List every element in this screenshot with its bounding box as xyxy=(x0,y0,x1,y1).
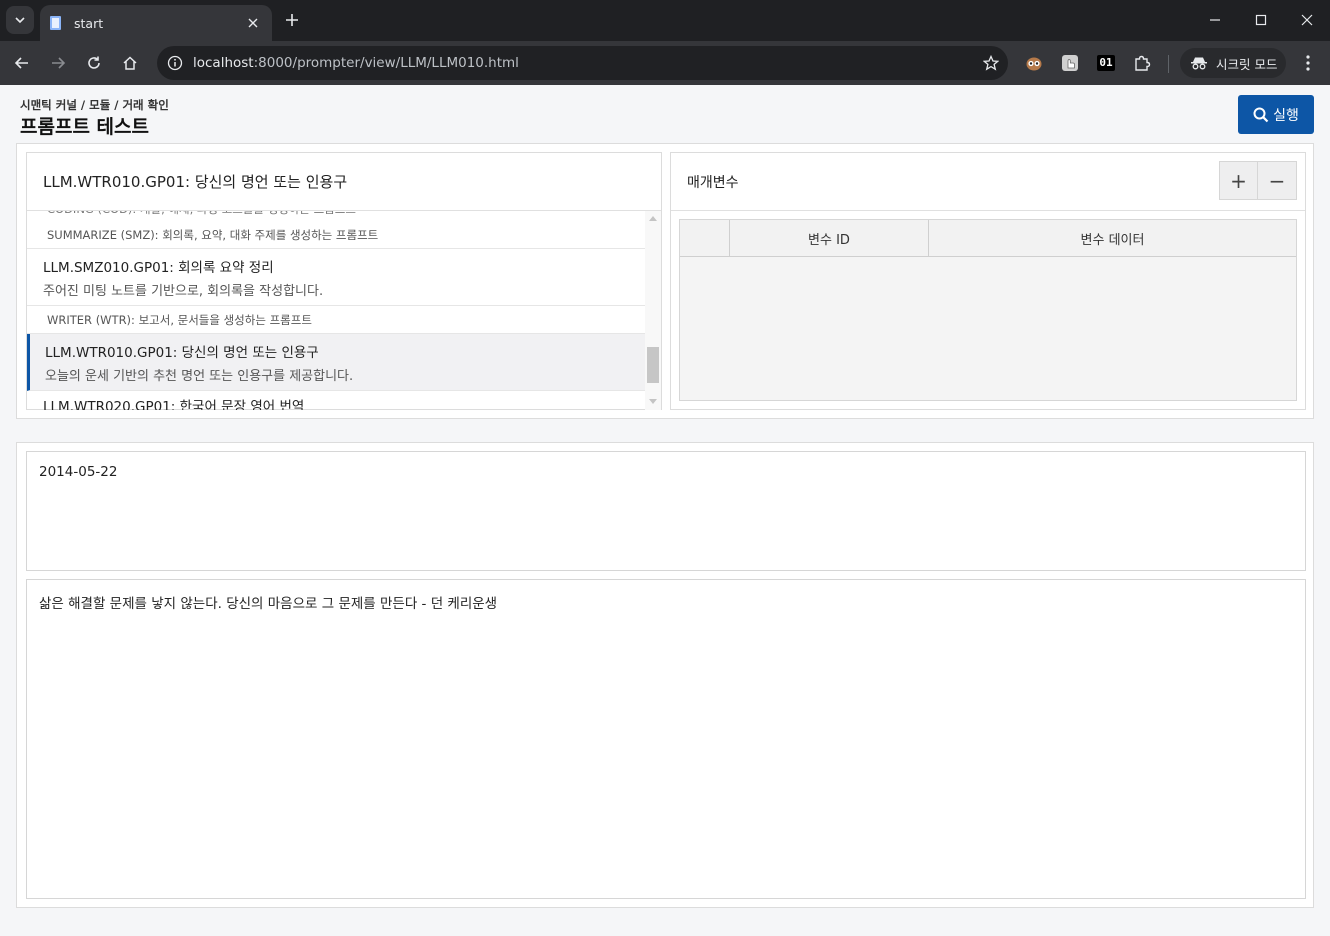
input-textarea[interactable]: 2014-05-22 xyxy=(26,451,1306,571)
close-window-icon[interactable] xyxy=(1284,0,1330,40)
grid-header-checkbox-col[interactable] xyxy=(680,220,730,256)
incognito-icon xyxy=(1191,57,1207,70)
extension-hand-icon[interactable] xyxy=(1058,51,1082,75)
address-bar[interactable]: localhost:8000/prompter/view/LLM/LLM010.… xyxy=(157,46,1008,80)
browser-tabbar: start xyxy=(0,0,1330,41)
parameters-title: 매개변수 xyxy=(687,174,739,191)
new-tab-icon[interactable] xyxy=(280,8,304,32)
browser-menu-icon[interactable] xyxy=(1296,49,1320,77)
forward-icon[interactable] xyxy=(44,49,72,77)
home-icon[interactable] xyxy=(116,49,144,77)
prompt-list-card: LLM.WTR010.GP01: 당신의 명언 또는 인용구 CODING (C… xyxy=(26,152,662,410)
extensions-puzzle-icon[interactable] xyxy=(1130,51,1154,75)
parameters-header: 매개변수 + − xyxy=(671,153,1305,211)
remove-parameter-button[interactable]: − xyxy=(1258,161,1297,200)
page-icon xyxy=(50,16,61,30)
back-icon[interactable] xyxy=(8,49,36,77)
io-panel: 2014-05-22 삶은 해결할 문제를 낳지 않는다. 당신의 마음으로 그… xyxy=(16,442,1314,908)
browser-toolbar: localhost:8000/prompter/view/LLM/LLM010.… xyxy=(0,41,1330,85)
list-item-title: LLM.WTR010.GP01: 당신의 명언 또는 인용구 xyxy=(45,344,319,361)
extension-01-label: 01 xyxy=(1097,55,1115,71)
parameters-grid: 변수 ID 변수 데이터 xyxy=(679,219,1297,401)
close-tab-icon[interactable] xyxy=(244,14,262,32)
list-item-title: LLM.SMZ010.GP01: 회의록 요약 정리 xyxy=(43,259,274,276)
scroll-up-icon[interactable] xyxy=(649,216,657,221)
extension-owl-icon[interactable] xyxy=(1022,51,1046,75)
scrollbar-thumb[interactable] xyxy=(647,347,659,383)
grid-header-var-data[interactable]: 변수 데이터 xyxy=(929,220,1296,256)
prompt-list-scroll[interactable]: CODING (COD): 개발, 해제, 파싱 코드들을 생성하는 프롬프트 … xyxy=(27,211,645,410)
maximize-icon[interactable] xyxy=(1238,0,1284,40)
list-item[interactable]: LLM.SMZ010.GP01: 회의록 요약 정리 주어진 미팅 노트를 기반… xyxy=(27,249,645,306)
search-icon xyxy=(1253,107,1269,122)
list-item-desc: 주어진 미팅 노트를 기반으로, 회의록을 작성합니다. xyxy=(43,283,324,299)
toolbar-divider xyxy=(1168,55,1169,73)
grid-header: 변수 ID 변수 데이터 xyxy=(680,220,1296,257)
reload-icon[interactable] xyxy=(80,49,108,77)
list-group-header: SUMMARIZE (SMZ): 회의록, 요약, 대화 주제를 생성하는 프롬… xyxy=(27,221,645,249)
list-group-header: WRITER (WTR): 보고서, 문서들을 생성하는 프롬프트 xyxy=(27,306,645,334)
prompt-list[interactable]: CODING (COD): 개발, 해제, 파싱 코드들을 생성하는 프롬프트 … xyxy=(27,211,661,410)
chevron-down-icon xyxy=(15,17,25,24)
incognito-badge[interactable]: 시크릿 모드 xyxy=(1180,48,1286,78)
run-button-label: 실행 xyxy=(1273,107,1299,124)
site-info-icon[interactable] xyxy=(165,53,185,73)
browser-tab[interactable]: start xyxy=(40,5,272,41)
breadcrumb: 시맨틱 커널 / 모듈 / 거래 확인 xyxy=(20,98,169,112)
url-host: localhost xyxy=(193,55,254,71)
parameter-buttons: + − xyxy=(1219,161,1297,200)
add-parameter-button[interactable]: + xyxy=(1219,161,1258,200)
bookmark-star-icon[interactable] xyxy=(974,55,1008,71)
url-text: localhost:8000/prompter/view/LLM/LLM010.… xyxy=(193,55,974,71)
list-group-header-partial: CODING (COD): 개발, 해제, 파싱 코드들을 생성하는 프롬프트 xyxy=(27,211,645,219)
page-content: 시맨틱 커널 / 모듈 / 거래 확인 프롬프트 테스트 실행 LLM.WTR0… xyxy=(0,85,1330,936)
list-item-selected[interactable]: LLM.WTR010.GP01: 당신의 명언 또는 인용구 오늘의 운세 기반… xyxy=(27,334,645,391)
tab-title: start xyxy=(74,15,104,31)
grid-header-var-id[interactable]: 변수 ID xyxy=(730,220,929,256)
parameters-card: 매개변수 + − 변수 ID 변수 데이터 xyxy=(670,152,1306,410)
list-item-desc: 오늘의 운세 기반의 추천 명언 또는 인용구를 제공합니다. xyxy=(45,368,354,384)
scroll-down-icon[interactable] xyxy=(649,399,657,404)
list-item-partial[interactable]: LLM.WTR020.GP01: 한국어 문장 영어 번역 xyxy=(27,391,645,410)
output-textarea[interactable]: 삶은 해결할 문제를 낳지 않는다. 당신의 마음으로 그 문제를 만든다 - … xyxy=(26,579,1306,899)
selected-prompt-title: LLM.WTR010.GP01: 당신의 명언 또는 인용구 xyxy=(27,153,661,211)
run-button[interactable]: 실행 xyxy=(1238,95,1314,134)
minimize-icon[interactable] xyxy=(1192,0,1238,40)
prompt-selection-panel: LLM.WTR010.GP01: 당신의 명언 또는 인용구 CODING (C… xyxy=(16,143,1314,419)
tab-search-button[interactable] xyxy=(6,6,34,34)
page-title: 프롬프트 테스트 xyxy=(20,116,149,138)
url-path: :8000/prompter/view/LLM/LLM010.html xyxy=(253,55,519,71)
extension-01-icon[interactable]: 01 xyxy=(1094,51,1118,75)
list-scrollbar[interactable] xyxy=(645,211,661,410)
incognito-label: 시크릿 모드 xyxy=(1216,56,1278,72)
